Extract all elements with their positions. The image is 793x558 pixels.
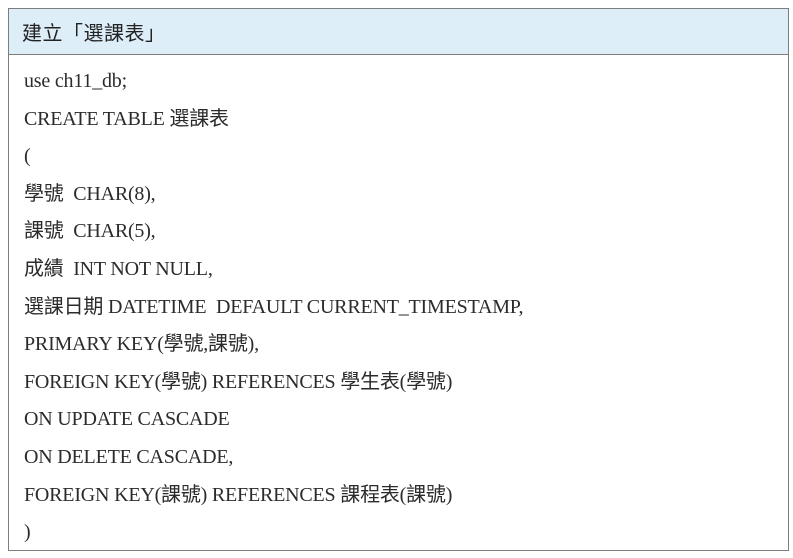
code-line: ON UPDATE CASCADE bbox=[24, 408, 230, 431]
code-line: 成績 INT NOT NULL, bbox=[24, 257, 213, 280]
code-line: FOREIGN KEY(學號) REFERENCES 學生表(學號) bbox=[24, 370, 453, 393]
code-block: use ch11_db; CREATE TABLE 選課表 ( 學號 CHAR(… bbox=[9, 55, 788, 552]
code-line: 課號 CHAR(5), bbox=[24, 220, 156, 243]
panel-header: 建立「選課表」 bbox=[9, 9, 788, 55]
code-line: use ch11_db; bbox=[24, 70, 127, 92]
code-line: 選課日期 DATETIME DEFAULT CURRENT_TIMESTAMP, bbox=[24, 295, 524, 318]
panel-title: 建立「選課表」 bbox=[22, 21, 166, 45]
code-line: 學號 CHAR(8), bbox=[24, 182, 156, 205]
code-line: PRIMARY KEY(學號,課號), bbox=[24, 333, 259, 356]
code-line: ( bbox=[24, 145, 31, 168]
code-panel: 建立「選課表」 use ch11_db; CREATE TABLE 選課表 ( … bbox=[8, 8, 789, 551]
code-line: ON DELETE CASCADE, bbox=[24, 445, 234, 468]
code-line: FOREIGN KEY(課號) REFERENCES 課程表(課號) bbox=[24, 483, 453, 506]
code-line: ) bbox=[24, 521, 31, 544]
code-line: CREATE TABLE 選課表 bbox=[24, 107, 229, 130]
